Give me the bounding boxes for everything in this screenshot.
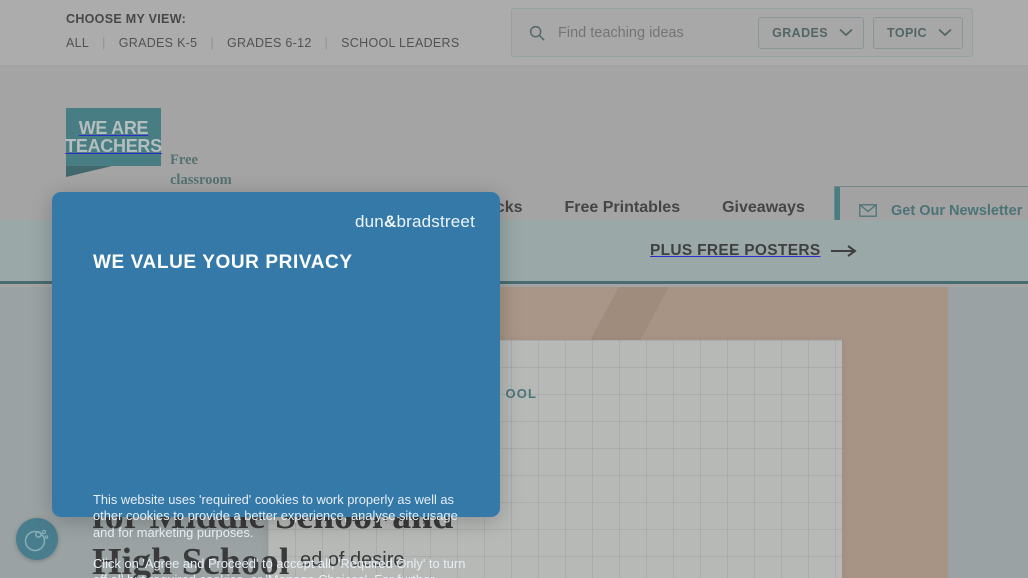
modal-paragraph-1: This website uses 'required' cookies to … [93, 492, 458, 540]
brand-part-2: bradstreet [396, 212, 475, 231]
cookie-consent-modal: dun&bradstreet WE VALUE YOUR PRIVACY Thi… [52, 192, 500, 578]
modal-title: WE VALUE YOUR PRIVACY [93, 252, 353, 273]
dun-bradstreet-logo: dun&bradstreet [355, 212, 475, 232]
brand-part-1: dun [355, 212, 384, 231]
brand-ampersand: & [383, 212, 397, 231]
modal-paragraph-2: Click on 'Agree and Proceed' to accept a… [93, 556, 471, 578]
paragraph-2-text: Click on 'Agree and Proceed' to accept a… [93, 556, 466, 578]
